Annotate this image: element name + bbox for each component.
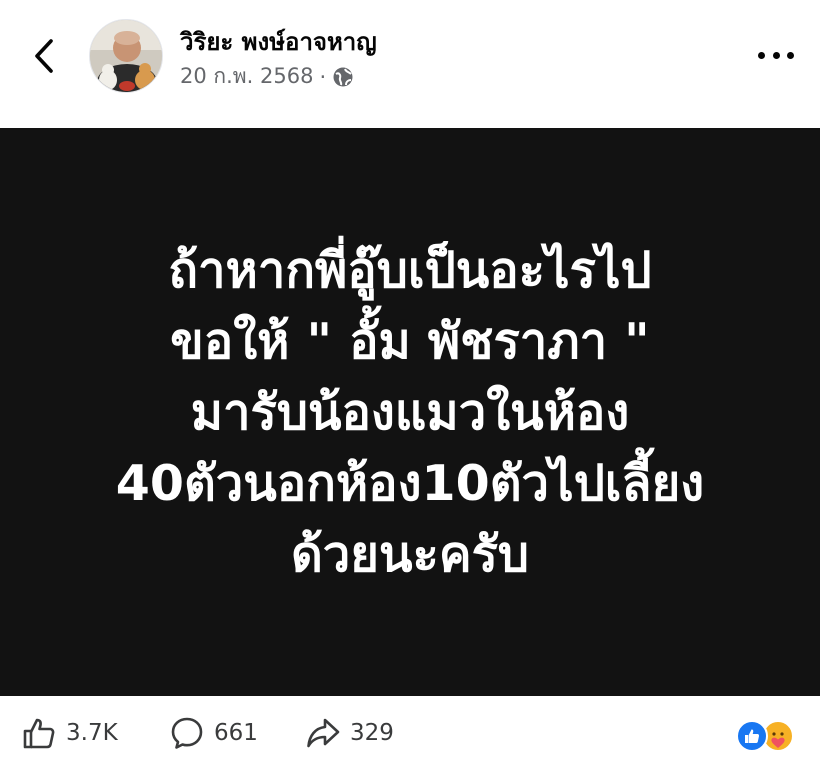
post-header: วิริยะ พงษ์อาจหาญ 20 ก.พ. 2568 · [0, 0, 820, 128]
comment-count: 661 [214, 720, 258, 746]
like-button[interactable]: 3.7K [22, 716, 118, 750]
like-reaction-icon [736, 720, 768, 752]
post-text-line: 40ตัวนอกห้อง10ตัวไปเลี้ยง [115, 454, 705, 512]
post-text-line: ขอให้ " อั้ม พัชราภา " [170, 312, 650, 370]
reactions-summary[interactable] [736, 720, 794, 752]
comment-button[interactable]: 661 [170, 716, 258, 750]
post-text-line: มารับน้องแมวในห้อง [190, 383, 630, 441]
avatar-image [90, 20, 162, 92]
post-text-line: ถ้าหากพี่อู๊บเป็นอะไรไป [168, 241, 652, 299]
post-date[interactable]: 20 ก.พ. 2568 [180, 60, 313, 93]
avatar[interactable] [89, 19, 163, 93]
chevron-left-icon [35, 39, 53, 73]
post-text: ถ้าหากพี่อู๊บเป็นอะไรไป ขอให้ " อั้ม พัช… [30, 235, 790, 590]
post-image[interactable]: ถ้าหากพี่อู๊บเป็นอะไรไป ขอให้ " อั้ม พัช… [0, 128, 820, 696]
post-text-line: ด้วยนะครับ [290, 525, 530, 583]
more-dot-icon [787, 51, 794, 59]
more-dot-icon [758, 51, 765, 59]
action-bar: 3.7K 661 329 [0, 696, 820, 763]
back-button[interactable] [26, 34, 62, 78]
author-name[interactable]: วิริยะ พงษ์อาจหาญ [180, 22, 377, 61]
more-dot-icon [772, 51, 780, 59]
thumbs-up-icon [23, 718, 55, 749]
post-meta: 20 ก.พ. 2568 · [180, 60, 354, 93]
share-button[interactable]: 329 [306, 716, 394, 750]
share-icon [307, 718, 340, 748]
more-options-button[interactable] [752, 40, 800, 70]
globe-icon [333, 67, 353, 86]
share-count: 329 [350, 720, 394, 746]
like-count: 3.7K [66, 720, 118, 746]
comment-icon [171, 717, 203, 749]
meta-separator: · [319, 64, 327, 89]
